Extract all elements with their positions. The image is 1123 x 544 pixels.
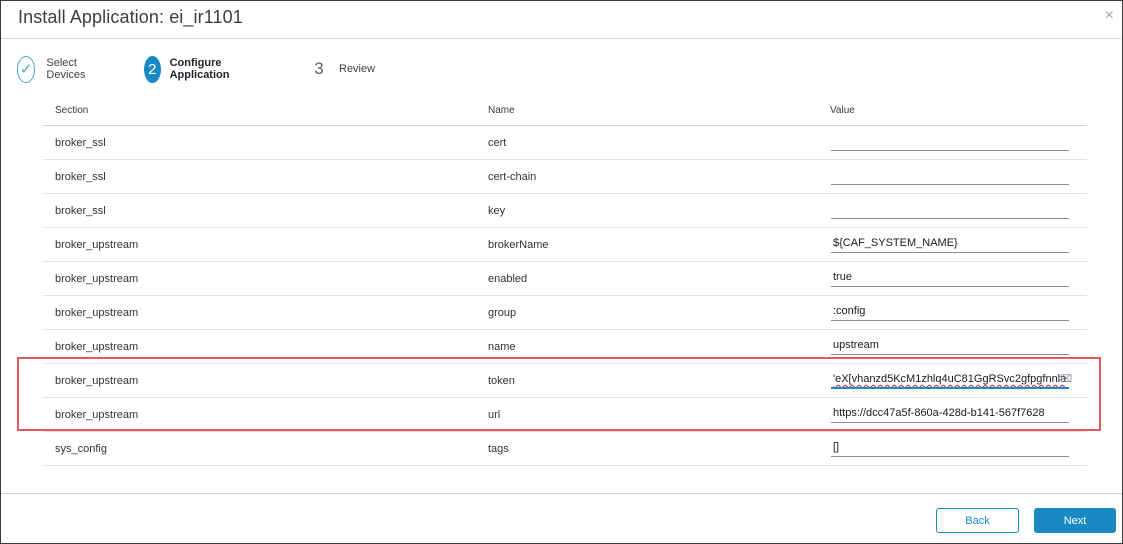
section-cell: broker_upstream: [55, 375, 139, 387]
step-number: 3: [314, 59, 324, 78]
table-header: Section Name Value: [43, 97, 1087, 126]
name-cell: enabled: [488, 273, 528, 285]
table-row: broker_upstream url https://dcc47a5f-860…: [43, 398, 1087, 432]
name-cell: url: [488, 409, 501, 421]
name-cell: brokerName: [488, 239, 549, 251]
dialog-header: Install Application: ei_ir1101 ×: [1, 1, 1122, 39]
step-label: Review: [339, 63, 376, 75]
step-number: 2: [144, 55, 161, 83]
config-table: Section Name Value broker_ssl cert broke…: [43, 97, 1087, 466]
value-field-tags[interactable]: []: [831, 437, 1069, 457]
table-row: broker_ssl cert: [43, 126, 1087, 160]
value-field-group[interactable]: :config: [831, 301, 1069, 321]
table-row: broker_upstream group :config: [43, 296, 1087, 330]
section-cell: sys_config: [55, 443, 107, 455]
column-header-name: Name: [488, 105, 515, 116]
table-row: broker_upstream name upstream: [43, 330, 1087, 364]
step-review[interactable]: 3 Review: [313, 54, 375, 84]
step-select-devices[interactable]: ✓ Select Devices: [17, 54, 94, 84]
footer-divider: [1, 493, 1122, 494]
next-button[interactable]: Next: [1034, 508, 1116, 533]
value-field-token[interactable]: 'eX[vhanzd5KcM1zhlq4uC81GgRSvc2gfpgfnnla: [831, 369, 1069, 389]
name-cell: group: [488, 307, 517, 319]
step-label: Select Devices: [46, 57, 86, 81]
column-header-section: Section: [55, 105, 89, 116]
column-header-value: Value: [830, 105, 855, 116]
name-cell: cert-chain: [488, 171, 537, 183]
table-row: broker_ssl key: [43, 194, 1087, 228]
section-cell: broker_upstream: [55, 273, 139, 285]
section-cell: broker_upstream: [55, 239, 139, 251]
table-row: broker_ssl cert-chain: [43, 160, 1087, 194]
value-field-name[interactable]: upstream: [831, 335, 1069, 355]
table-row: sys_config tags []: [43, 432, 1087, 466]
table-row: broker_upstream enabled true: [43, 262, 1087, 296]
clear-input-icon[interactable]: ⌫: [1058, 374, 1072, 385]
close-icon[interactable]: ×: [1105, 7, 1114, 25]
name-cell: token: [488, 375, 515, 387]
value-field-cert-chain[interactable]: [831, 165, 1069, 185]
section-cell: broker_ssl: [55, 137, 106, 149]
section-cell: broker_upstream: [55, 341, 139, 353]
value-field-brokername[interactable]: ${CAF_SYSTEM_NAME}: [831, 233, 1069, 253]
name-cell: tags: [488, 443, 509, 455]
section-cell: broker_upstream: [55, 409, 139, 421]
table-row: broker_upstream token 'eX[vhanzd5KcM1zhl…: [43, 364, 1087, 398]
value-field-url[interactable]: https://dcc47a5f-860a-428d-b141-567f7628: [831, 403, 1069, 423]
install-dialog: Install Application: ei_ir1101 × ✓ Selec…: [0, 0, 1123, 544]
value-field-key[interactable]: [831, 199, 1069, 219]
name-cell: name: [488, 341, 516, 353]
table-row: broker_upstream brokerName ${CAF_SYSTEM_…: [43, 228, 1087, 262]
step-label: Configure Application: [169, 57, 230, 81]
name-cell: cert: [488, 137, 507, 149]
dialog-title: Install Application: ei_ir1101: [18, 7, 243, 27]
back-button[interactable]: Back: [936, 508, 1019, 533]
value-field-enabled[interactable]: true: [831, 267, 1069, 287]
section-cell: broker_ssl: [55, 171, 106, 183]
section-cell: broker_upstream: [55, 307, 139, 319]
checkmark-icon: ✓: [17, 55, 36, 83]
name-cell: key: [488, 205, 506, 217]
value-field-cert[interactable]: [831, 131, 1069, 151]
section-cell: broker_ssl: [55, 205, 106, 217]
step-configure-application[interactable]: 2 Configure Application: [144, 54, 240, 84]
